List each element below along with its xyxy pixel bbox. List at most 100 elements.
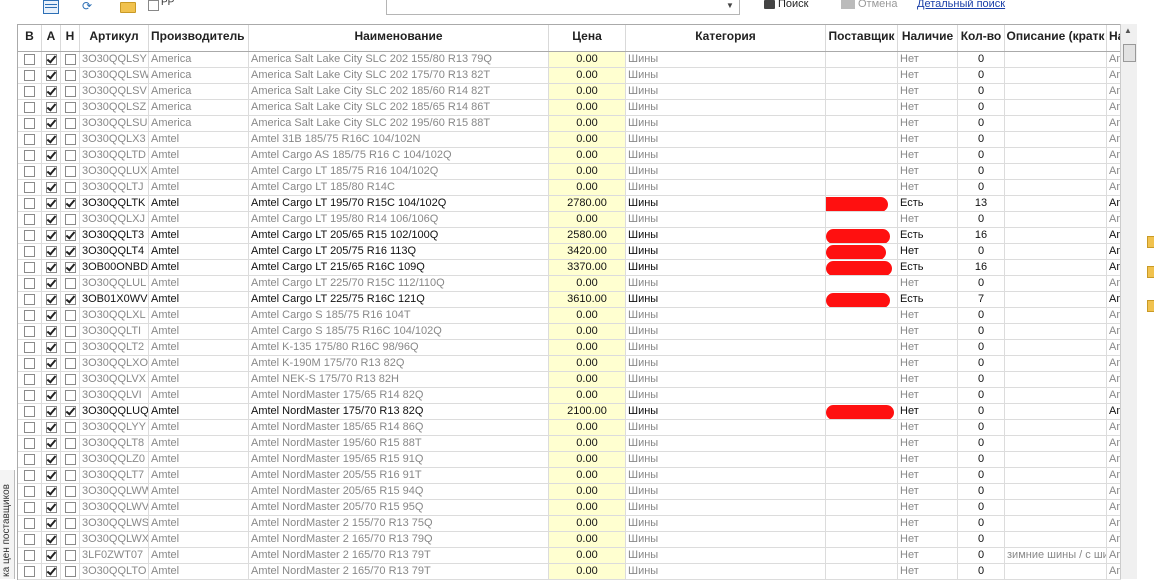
description-cell[interactable] bbox=[1005, 292, 1107, 307]
name-cell[interactable]: Amtel NordMaster 195/65 R15 91Q bbox=[249, 452, 549, 467]
v-checkbox[interactable] bbox=[24, 278, 35, 289]
v-checkbox[interactable] bbox=[24, 230, 35, 241]
pp-checkbox[interactable] bbox=[148, 0, 159, 11]
v-checkbox[interactable] bbox=[24, 150, 35, 161]
extra-cell[interactable]: Am bbox=[1107, 164, 1121, 179]
a-checkbox[interactable] bbox=[45, 534, 57, 545]
table-row[interactable]: 3O30QQLWX Amtel Amtel NordMaster 2 165/70 … bbox=[18, 532, 1121, 548]
qty-cell[interactable]: 0 bbox=[958, 276, 1005, 291]
price-cell[interactable]: 0.00 bbox=[549, 132, 626, 147]
stock-cell[interactable]: Нет bbox=[898, 372, 958, 387]
table-row[interactable]: 3O30QQLUL Amtel Amtel Cargo LT 225/70 R15C… bbox=[18, 276, 1121, 292]
stock-cell[interactable]: Нет bbox=[898, 436, 958, 451]
category-cell[interactable]: Шины bbox=[626, 500, 826, 515]
article-cell[interactable]: 3OB00ONBD bbox=[80, 260, 149, 275]
n-checkbox[interactable] bbox=[64, 278, 76, 289]
name-cell[interactable]: Amtel 31B 185/75 R16C 104/102N bbox=[249, 132, 549, 147]
extra-cell[interactable]: Am bbox=[1107, 84, 1121, 99]
table-row[interactable]: 3O30QQLSY America America Salt Lake City S… bbox=[18, 52, 1121, 68]
table-row[interactable]: 3O30QQLXL Amtel Amtel Cargo S 185/75 R16 1… bbox=[18, 308, 1121, 324]
side-tab-supplier-prices[interactable]: ка цен поставщиков bbox=[0, 470, 15, 579]
qty-cell[interactable]: 0 bbox=[958, 116, 1005, 131]
scroll-thumb[interactable] bbox=[1123, 44, 1136, 62]
qty-cell[interactable]: 0 bbox=[958, 452, 1005, 467]
maker-cell[interactable]: Amtel bbox=[149, 276, 249, 291]
stock-cell[interactable]: Нет bbox=[898, 484, 958, 499]
article-cell[interactable]: 3O30QQLTD bbox=[80, 148, 149, 163]
table-row[interactable]: 3O30QQLSV America America Salt Lake City S… bbox=[18, 84, 1121, 100]
article-cell[interactable]: 3O30QQLXO bbox=[80, 356, 149, 371]
a-checkbox[interactable] bbox=[45, 86, 57, 97]
table-row[interactable]: 3O30QQLSU America America Salt Lake City S… bbox=[18, 116, 1121, 132]
a-checkbox[interactable] bbox=[45, 214, 57, 225]
qty-cell[interactable]: 0 bbox=[958, 468, 1005, 483]
description-cell[interactable] bbox=[1005, 116, 1107, 131]
column-header[interactable]: Наличие bbox=[898, 25, 958, 51]
n-checkbox[interactable] bbox=[64, 374, 76, 385]
qty-cell[interactable]: 0 bbox=[958, 420, 1005, 435]
stock-cell[interactable]: Нет bbox=[898, 308, 958, 323]
v-checkbox[interactable] bbox=[24, 102, 35, 113]
a-checkbox[interactable] bbox=[45, 502, 57, 513]
category-cell[interactable]: Шины bbox=[626, 516, 826, 531]
description-cell[interactable] bbox=[1005, 404, 1107, 419]
name-cell[interactable]: America Salt Lake City SLC 202 185/65 R1… bbox=[249, 100, 549, 115]
category-cell[interactable]: Шины bbox=[626, 388, 826, 403]
maker-cell[interactable]: Amtel bbox=[149, 404, 249, 419]
extra-cell[interactable]: Am bbox=[1107, 52, 1121, 67]
qty-cell[interactable]: 0 bbox=[958, 164, 1005, 179]
price-cell[interactable]: 3420.00 bbox=[549, 244, 626, 259]
table-row[interactable]: 3O30QQLT4 Amtel Amtel Cargo LT 205/75 R16 … bbox=[18, 244, 1121, 260]
price-cell[interactable]: 0.00 bbox=[549, 180, 626, 195]
qty-cell[interactable]: 0 bbox=[958, 532, 1005, 547]
supplier-cell[interactable] bbox=[826, 452, 898, 467]
price-cell[interactable]: 2100.00 bbox=[549, 404, 626, 419]
article-cell[interactable]: 3O30QQLT2 bbox=[80, 340, 149, 355]
stock-cell[interactable]: Есть bbox=[898, 228, 958, 243]
qty-cell[interactable]: 0 bbox=[958, 84, 1005, 99]
table-row[interactable]: 3O30QQLUX Amtel Amtel Cargo LT 185/75 R16 … bbox=[18, 164, 1121, 180]
article-cell[interactable]: 3O30QQLSW bbox=[80, 68, 149, 83]
table-row[interactable]: 3O30QQLTJ Amtel Amtel Cargo LT 185/80 R14C… bbox=[18, 180, 1121, 196]
description-cell[interactable] bbox=[1005, 212, 1107, 227]
a-checkbox[interactable] bbox=[45, 246, 57, 257]
n-checkbox[interactable] bbox=[64, 182, 76, 193]
folder-icon[interactable] bbox=[120, 2, 136, 13]
stock-cell[interactable]: Нет bbox=[898, 324, 958, 339]
name-cell[interactable]: America Salt Lake City SLC 202 185/60 R1… bbox=[249, 84, 549, 99]
article-cell[interactable]: 3O30QQLUX bbox=[80, 164, 149, 179]
article-cell[interactable]: 3O30QQLTK bbox=[80, 196, 149, 211]
extra-cell[interactable]: Am bbox=[1107, 116, 1121, 131]
table-row[interactable]: 3O30QQLVI Amtel Amtel NordMaster 175/65 R1… bbox=[18, 388, 1121, 404]
n-checkbox[interactable] bbox=[64, 422, 76, 433]
article-cell[interactable]: 3O30QQLSZ bbox=[80, 100, 149, 115]
qty-cell[interactable]: 0 bbox=[958, 340, 1005, 355]
supplier-cell[interactable] bbox=[826, 84, 898, 99]
article-cell[interactable]: 3O30QQLWV bbox=[80, 500, 149, 515]
category-cell[interactable]: Шины bbox=[626, 404, 826, 419]
supplier-cell[interactable] bbox=[826, 516, 898, 531]
n-checkbox[interactable] bbox=[64, 502, 76, 513]
a-checkbox[interactable] bbox=[45, 550, 57, 561]
v-checkbox[interactable] bbox=[24, 470, 35, 481]
price-cell[interactable]: 0.00 bbox=[549, 452, 626, 467]
name-cell[interactable]: Amtel K-190M 175/70 R13 82Q bbox=[249, 356, 549, 371]
supplier-cell[interactable] bbox=[826, 564, 898, 579]
n-checkbox[interactable] bbox=[64, 326, 76, 337]
article-cell[interactable]: 3O30QQLT3 bbox=[80, 228, 149, 243]
n-checkbox[interactable] bbox=[64, 294, 76, 305]
category-cell[interactable]: Шины bbox=[626, 340, 826, 355]
a-checkbox[interactable] bbox=[45, 486, 57, 497]
maker-cell[interactable]: Amtel bbox=[149, 452, 249, 467]
name-cell[interactable]: Amtel Cargo LT 205/65 R15 102/100Q bbox=[249, 228, 549, 243]
chevron-down-icon[interactable]: ▼ bbox=[726, 1, 734, 10]
maker-cell[interactable]: Amtel bbox=[149, 436, 249, 451]
scroll-up-icon[interactable]: ▲ bbox=[1124, 26, 1132, 35]
table-row[interactable]: 3O30QQLWV Amtel Amtel NordMaster 205/70 R1… bbox=[18, 500, 1121, 516]
column-header[interactable]: Цена bbox=[549, 25, 626, 51]
column-header[interactable]: А bbox=[42, 25, 61, 51]
qty-cell[interactable]: 0 bbox=[958, 100, 1005, 115]
v-checkbox[interactable] bbox=[24, 86, 35, 97]
description-cell[interactable] bbox=[1005, 564, 1107, 579]
n-checkbox[interactable] bbox=[64, 310, 76, 321]
